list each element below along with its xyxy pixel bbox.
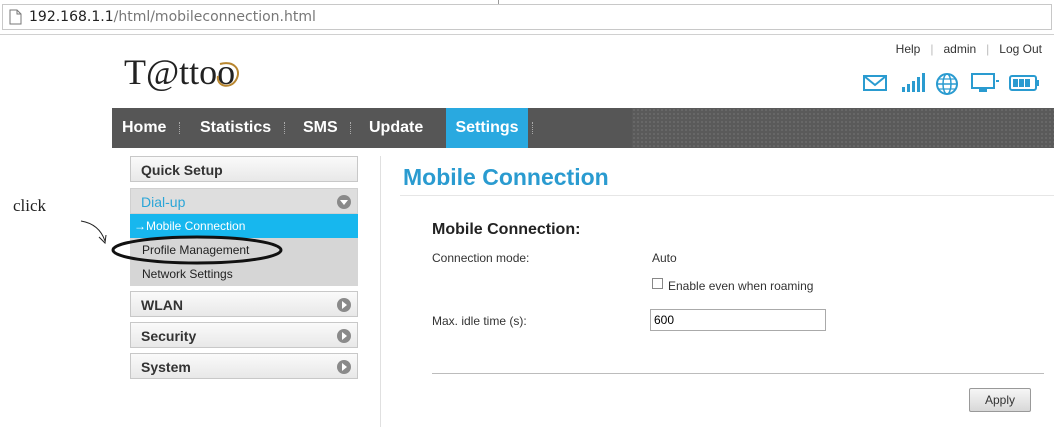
page-icon: [9, 9, 22, 25]
link-separator: |: [930, 42, 934, 56]
sidebar-label: Security: [141, 328, 197, 344]
nav-statistics[interactable]: Statistics: [200, 108, 271, 148]
sidebar-dialup[interactable]: Dial-up: [130, 188, 358, 214]
user-name: admin: [943, 42, 977, 56]
logout-link[interactable]: Log Out: [999, 42, 1042, 56]
sidebar-wlan[interactable]: WLAN: [130, 291, 358, 317]
mail-icon[interactable]: [862, 72, 888, 94]
battery-icon: [1009, 75, 1039, 91]
annotation-click-text: click: [13, 196, 47, 215]
link-separator: |: [986, 42, 990, 56]
nav-separator: [532, 122, 534, 134]
url-host: 192.168.1.1: [29, 9, 114, 25]
browser-address-bar: 192.168.1.1/html/mobileconnection.html: [0, 0, 1054, 35]
nav-update[interactable]: Update: [369, 108, 423, 148]
section-title: Mobile Connection:: [432, 221, 581, 238]
content-divider: [380, 156, 381, 427]
sidebar-system[interactable]: System: [130, 353, 358, 379]
url-field[interactable]: 192.168.1.1/html/mobileconnection.html: [2, 4, 1052, 30]
connection-mode-value: Auto: [652, 251, 677, 265]
connection-mode-label: Connection mode:: [432, 251, 530, 265]
chevron-right-icon: [337, 329, 351, 343]
tattoo-logo: T@ttoo: [124, 52, 239, 92]
url-path: /html/mobileconnection.html: [113, 9, 316, 25]
nav-separator: [284, 122, 286, 134]
sidebar-label: WLAN: [141, 297, 183, 313]
url-text: 192.168.1.1/html/mobileconnection.html: [29, 9, 316, 25]
globe-icon: [936, 73, 958, 95]
roaming-checkbox[interactable]: [652, 278, 663, 289]
sidebar-quick-setup[interactable]: Quick Setup: [130, 156, 358, 182]
signal-bars-icon: [902, 73, 925, 92]
chevron-right-icon: [337, 360, 351, 374]
idle-time-input[interactable]: [650, 309, 826, 331]
nav-separator: [350, 122, 352, 134]
page-title: Mobile Connection: [403, 164, 609, 190]
roaming-label: Enable even when roaming: [668, 279, 814, 293]
nav-home[interactable]: Home: [122, 108, 166, 148]
nav-separator: [179, 122, 181, 134]
main-nav: Home Statistics SMS Update Settings: [112, 108, 1054, 148]
computer-icon: [971, 73, 999, 92]
sidebar-label: Quick Setup: [141, 162, 223, 178]
chevron-right-icon: [337, 298, 351, 312]
apply-button[interactable]: Apply: [969, 388, 1031, 412]
nav-sms[interactable]: SMS: [303, 108, 338, 148]
help-link[interactable]: Help: [896, 42, 921, 56]
chevron-down-icon: [337, 195, 351, 209]
annotation-arrow-ellipse: [80, 220, 283, 265]
sidebar-label: System: [141, 359, 191, 375]
idle-time-label: Max. idle time (s):: [432, 314, 527, 328]
bottom-rule: [432, 373, 1044, 374]
nav-settings[interactable]: Settings: [446, 108, 528, 148]
title-rule: [400, 195, 1054, 196]
sidebar-label: Dial-up: [141, 194, 186, 210]
sidebar-security[interactable]: Security: [130, 322, 358, 348]
logo-text: T@ttoo: [124, 52, 235, 92]
top-links: Help | admin | Log Out: [886, 42, 1042, 56]
